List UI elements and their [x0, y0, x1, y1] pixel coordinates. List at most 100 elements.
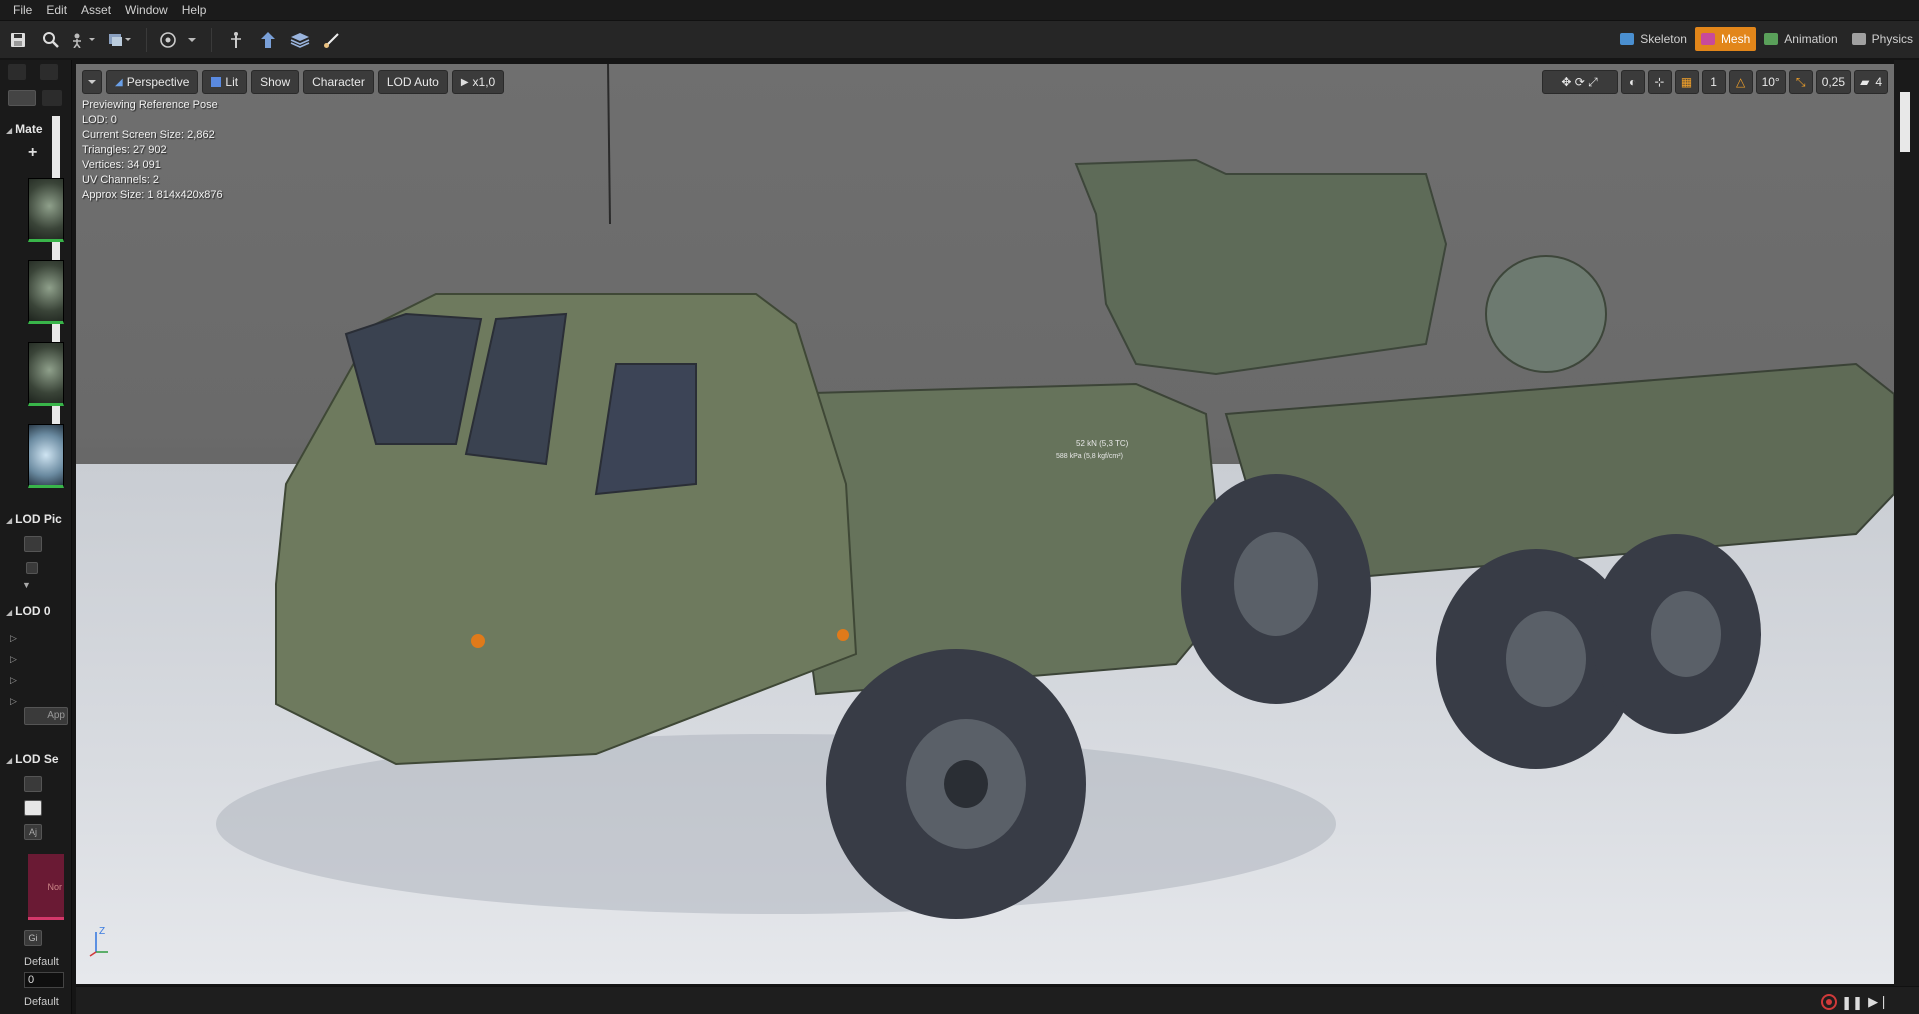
chevron-down-icon[interactable] — [181, 27, 203, 53]
truck-shadow — [216, 734, 1336, 914]
grid-snap-icon[interactable]: ▦ — [1674, 70, 1699, 94]
reimport-icon[interactable] — [24, 800, 42, 816]
material-thumbnail[interactable] — [28, 424, 64, 488]
menu-help[interactable]: Help — [175, 3, 214, 17]
lod-checkbox[interactable] — [26, 562, 38, 574]
details-tab-icon[interactable] — [8, 90, 36, 106]
pause-icon[interactable]: ❚❚ — [1841, 995, 1863, 1011]
y-tab-icon[interactable] — [40, 64, 58, 80]
lod-settings-header[interactable]: LOD Se — [6, 752, 58, 766]
viewport[interactable]: 52 kN (5,3 TC) 588 kPa (5,8 kgf/cm²) ◢ P… — [76, 64, 1894, 984]
timeline-bar: ❚❚ ▶❘ — [76, 986, 1919, 1014]
lit-label: Lit — [225, 75, 239, 89]
character-button[interactable]: Character — [303, 70, 374, 94]
play-icon: ▶ — [460, 76, 469, 88]
apply-button[interactable]: App — [24, 707, 68, 725]
pin-icon[interactable] — [8, 64, 26, 80]
right-panel-edge — [1894, 60, 1919, 1014]
playback-speed-button[interactable]: ▶ x1,0 — [451, 70, 505, 94]
mode-animation-label: Animation — [1784, 32, 1838, 46]
indicator-light — [471, 634, 485, 648]
stats-line: Current Screen Size: 2,862 — [82, 129, 215, 141]
transform-toolbar: ✥ ⟳ ⤢ ◐ ⊹ ▦ 1 △ 10° ⤡ 0,25 ▰ 4 — [1541, 70, 1888, 94]
mode-skeleton[interactable]: Skeleton — [1614, 27, 1693, 51]
mode-mesh[interactable]: Mesh — [1694, 27, 1757, 51]
eye-icon[interactable] — [42, 90, 62, 106]
middle-wheel — [1181, 474, 1371, 704]
surface-snap-icon[interactable]: ⊹ — [1647, 70, 1672, 94]
material-thumbnail[interactable] — [28, 342, 64, 406]
indicator-light — [837, 629, 849, 641]
camera-speed-button[interactable]: ▰ 4 — [1854, 70, 1888, 94]
mode-skeleton-label: Skeleton — [1640, 32, 1687, 46]
stats-line: Triangles: 27 902 — [82, 144, 167, 156]
truck-model: 52 kN (5,3 TC) 588 kPa (5,8 kgf/cm²) — [216, 64, 1894, 919]
tree-expanders[interactable]: ▷ ▷ ▷ ▷ — [10, 628, 17, 712]
menu-file[interactable]: File — [6, 3, 39, 17]
lod-settings-dropdown[interactable] — [24, 776, 42, 792]
show-button[interactable]: Show — [251, 70, 300, 94]
scale-snap-icon[interactable]: ⤡ — [1788, 70, 1813, 94]
menu-window[interactable]: Window — [118, 3, 175, 17]
lod-button[interactable]: LOD Auto — [377, 70, 448, 94]
animation-icon — [1764, 33, 1779, 45]
aj-button[interactable]: Aj — [24, 824, 42, 840]
step-forward-icon[interactable]: ▶❘ — [1868, 994, 1889, 1010]
browse-icon[interactable] — [36, 27, 66, 53]
menu-edit[interactable]: Edit — [39, 3, 74, 17]
lit-button[interactable]: Lit — [202, 70, 248, 94]
import-icon[interactable] — [102, 27, 138, 53]
translate-icon[interactable]: ✥ ⟳ ⤢ — [1541, 70, 1618, 94]
mode-animation[interactable]: Animation — [1758, 27, 1843, 51]
add-material-icon[interactable]: + — [28, 144, 37, 162]
skeleton-tool-icon[interactable] — [66, 27, 102, 53]
preview-mesh-icon[interactable] — [155, 27, 181, 53]
axis-gizmo: Z — [89, 926, 108, 957]
lit-icon — [211, 77, 222, 87]
world-local-icon[interactable]: ◐ — [1620, 70, 1645, 94]
lod0-section-header[interactable]: LOD 0 — [6, 604, 50, 618]
rear-wheel — [1591, 534, 1761, 734]
lod-picker-header[interactable]: LOD Pic — [6, 512, 62, 526]
perspective-button[interactable]: ◢ Perspective — [106, 70, 199, 94]
lod-color-swatch[interactable]: Nor — [28, 854, 64, 920]
viewport-toolbar: ◢ Perspective Lit Show Character LOD Aut… — [82, 70, 505, 94]
material-thumbnail[interactable] — [28, 260, 64, 324]
grid-snap-value[interactable]: 1 — [1701, 70, 1726, 94]
rotation-snap-value[interactable]: 10° — [1755, 70, 1786, 94]
decal-text: 588 kPa (5,8 kgf/cm²) — [1056, 453, 1123, 460]
materials-section-header[interactable]: Mate — [6, 122, 42, 136]
scrollbar[interactable] — [1900, 92, 1910, 152]
axis-z-label: Z — [99, 926, 105, 937]
camera-speed-value: 4 — [1875, 75, 1882, 89]
expand-arrow-icon[interactable]: ▼ — [22, 580, 31, 590]
save-icon[interactable] — [0, 27, 36, 53]
menu-asset[interactable]: Asset — [74, 3, 118, 17]
record-icon[interactable] — [1821, 994, 1837, 1010]
default-value-field[interactable]: 0 — [24, 972, 64, 988]
viewport-options-button[interactable] — [82, 70, 102, 94]
bone-icon[interactable] — [220, 27, 252, 53]
front-wheel — [826, 649, 1086, 919]
mode-physics-label: Physics — [1871, 32, 1913, 46]
toolbar-separator — [211, 27, 212, 52]
stats-line: Previewing Reference Pose — [82, 99, 218, 111]
brush-icon[interactable] — [316, 27, 348, 53]
rotation-snap-icon[interactable]: △ — [1728, 70, 1753, 94]
toolbar-separator — [146, 27, 147, 52]
mode-physics[interactable]: Physics — [1846, 27, 1919, 51]
lod-dropdown[interactable] — [24, 536, 42, 552]
details-panel: Mate + LOD Pic ▼ LOD 0 ▷▷▷▷ App LOD Se A… — [0, 60, 72, 1014]
socket-icon[interactable] — [252, 27, 284, 53]
default-label: Default — [24, 956, 59, 968]
stats-line: UV Channels: 2 — [82, 174, 160, 186]
scale-snap-value[interactable]: 0,25 — [1815, 70, 1852, 94]
layers-icon[interactable] — [284, 27, 316, 53]
stats-line: Vertices: 34 091 — [82, 159, 161, 171]
playback-speed-label: x1,0 — [472, 75, 496, 89]
main-toolbar: Skeleton Mesh Animation Physics — [0, 20, 1919, 58]
skeleton-icon — [1620, 33, 1635, 45]
g-button[interactable]: Gi — [24, 930, 42, 946]
default-label: Default — [24, 996, 59, 1008]
material-thumbnail[interactable] — [28, 178, 64, 242]
